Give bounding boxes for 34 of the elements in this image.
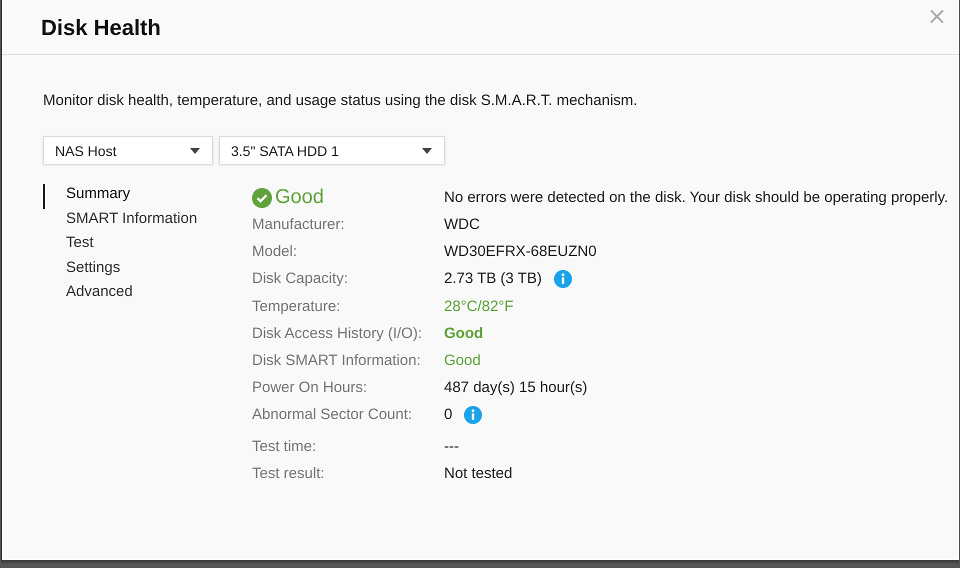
- field-value: Good: [444, 352, 481, 370]
- status-label: Good: [275, 186, 324, 209]
- caret-icon: [422, 148, 432, 154]
- field-label: Power On Hours:: [252, 379, 368, 396]
- field-value: 487 day(s) 15 hour(s): [444, 379, 588, 396]
- field-label: Manufacturer:: [252, 216, 346, 234]
- field-value: 28°C/82°F: [444, 298, 514, 315]
- description-text: Monitor disk health, temperature, and usage status using the disk S.M.A.R.T. mechanism.: [43, 92, 638, 109]
- info-icon[interactable]: [464, 406, 482, 424]
- field-value: ---: [444, 438, 459, 455]
- field-label: Temperature:: [252, 298, 342, 315]
- field-label: Test time:: [252, 438, 318, 455]
- status-message: No errors were detected on the disk. Your disk should be operating properly.: [444, 189, 948, 206]
- window-title: Disk Health: [41, 14, 161, 40]
- sidebar-item[interactable]: SMART Information: [43, 208, 252, 234]
- field-label: Disk Access History (I/O):: [252, 324, 424, 342]
- sidebar-item[interactable]: Settings: [43, 258, 252, 282]
- info-icon[interactable]: [554, 270, 572, 288]
- caret-icon: [190, 148, 200, 154]
- field-label: Test result:: [252, 464, 326, 482]
- field-value: 2.73 TB (3 TB): [444, 270, 542, 288]
- field-label: Abnormal Sector Count:: [252, 406, 414, 424]
- field-label: Disk SMART Information:: [252, 352, 422, 370]
- sidebar-item[interactable]: Test: [43, 233, 252, 258]
- field-value: WD30EFRX-68EUZN0: [444, 243, 597, 260]
- dropdown[interactable]: NAS Host: [43, 136, 213, 164]
- dropdown[interactable]: 3.5" SATA HDD 1: [219, 136, 445, 164]
- field-value: WDC: [444, 216, 480, 234]
- field-value: Not tested: [444, 464, 512, 482]
- field-value: Good: [444, 324, 484, 342]
- field-label: Disk Capacity:: [252, 270, 349, 288]
- sidebar-item[interactable]: Advanced: [43, 282, 252, 307]
- field-value: 0: [444, 406, 452, 424]
- field-label: Model:: [252, 243, 298, 260]
